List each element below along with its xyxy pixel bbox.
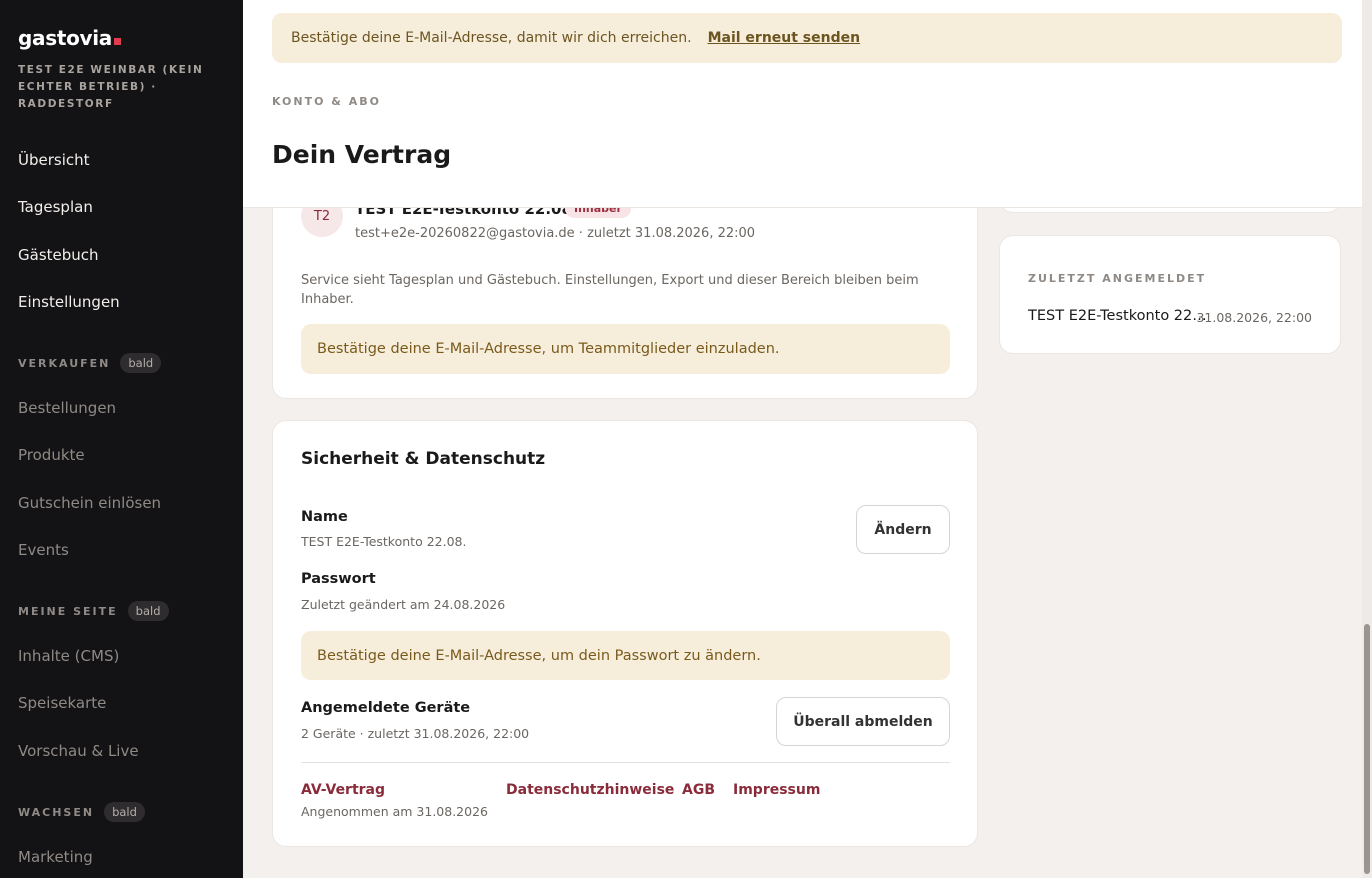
invite-warning: Bestätige deine E-Mail-Adresse, um Teamm… bbox=[301, 324, 950, 374]
brand-name: gastovia bbox=[18, 26, 113, 50]
av-contract-link[interactable]: AV-Vertrag bbox=[301, 782, 385, 798]
section-label: MEINE SEITE bbox=[18, 604, 118, 618]
divider bbox=[301, 762, 950, 763]
sidebar-item-events[interactable]: Events bbox=[18, 541, 69, 559]
sidebar-item-uebersicht[interactable]: Übersicht bbox=[18, 151, 90, 169]
sidebar: gastovia TEST E2E WEINBAR (KEIN ECHTER B… bbox=[0, 0, 243, 878]
page-header: Bestätige deine E-Mail-Adresse, damit wi… bbox=[243, 0, 1362, 208]
name-value: TEST E2E-Testkonto 22.08. bbox=[301, 534, 467, 549]
resend-mail-link[interactable]: Mail erneut senden bbox=[708, 30, 861, 46]
privacy-link[interactable]: Datenschutzhinweise bbox=[506, 782, 674, 798]
email-verify-banner: Bestätige deine E-Mail-Adresse, damit wi… bbox=[272, 13, 1342, 63]
section-label: VERKAUFEN bbox=[18, 356, 111, 370]
sidebar-item-produkte[interactable]: Produkte bbox=[18, 446, 85, 464]
logout-everywhere-button[interactable]: Überall abmelden bbox=[776, 697, 950, 746]
password-value: Zuletzt geändert am 24.08.2026 bbox=[301, 597, 506, 612]
sidebar-item-speisekarte[interactable]: Speisekarte bbox=[18, 694, 106, 712]
scroll-thumb[interactable] bbox=[1364, 624, 1370, 874]
last-login-card: ZULETZT ANGEMELDET TEST E2E-Testkonto 22… bbox=[999, 235, 1341, 354]
sidebar-item-marketing[interactable]: Marketing bbox=[18, 848, 93, 866]
banner-text: Bestätige deine E-Mail-Adresse, damit wi… bbox=[291, 30, 692, 46]
main-scrollbar[interactable] bbox=[1362, 0, 1372, 878]
last-login-time: 31.08.2026, 22:00 bbox=[1196, 310, 1312, 325]
brand-dot-icon bbox=[114, 38, 122, 45]
section-label: WACHSEN bbox=[18, 805, 95, 819]
section-verkaufen: VERKAUFEN bald bbox=[18, 353, 162, 373]
team-info-text: Service sieht Tagesplan und Gästebuch. E… bbox=[301, 273, 919, 307]
password-warning: Bestätige deine E-Mail-Adresse, um dein … bbox=[301, 631, 950, 680]
venue-name: TEST E2E WEINBAR (KEIN ECHTER BETRIEB) ·… bbox=[18, 64, 204, 110]
last-login-heading: ZULETZT ANGEMELDET bbox=[1028, 272, 1207, 285]
last-login-name: TEST E2E-Testkonto 22… bbox=[1028, 308, 1207, 324]
section-meine-seite: MEINE SEITE bald bbox=[18, 601, 169, 621]
sidebar-item-bestellungen[interactable]: Bestellungen bbox=[18, 399, 116, 417]
member-meta: test+e2e-20260822@gastovia.de · zuletzt … bbox=[355, 226, 756, 241]
section-wachsen: WACHSEN bald bbox=[18, 802, 145, 822]
password-label: Passwort bbox=[301, 571, 376, 587]
devices-value: 2 Geräte · zuletzt 31.08.2026, 22:00 bbox=[301, 726, 530, 741]
av-accepted-date: Angenommen am 31.08.2026 bbox=[301, 804, 488, 819]
brand-logo[interactable]: gastovia bbox=[18, 26, 122, 50]
soon-badge: bald bbox=[104, 802, 145, 822]
devices-label: Angemeldete Geräte bbox=[301, 700, 471, 716]
sidebar-item-inhalte[interactable]: Inhalte (CMS) bbox=[18, 647, 119, 665]
page-title: Dein Vertrag bbox=[272, 140, 452, 169]
sidebar-item-einstellungen[interactable]: Einstellungen bbox=[18, 293, 120, 311]
agb-link[interactable]: AGB bbox=[682, 782, 715, 798]
soon-badge: bald bbox=[120, 353, 162, 373]
sidebar-item-tagesplan[interactable]: Tagesplan bbox=[18, 198, 93, 216]
imprint-link[interactable]: Impressum bbox=[733, 782, 820, 798]
sidebar-item-gaestebuch[interactable]: Gästebuch bbox=[18, 246, 99, 264]
security-title: Sicherheit & Datenschutz bbox=[301, 449, 546, 469]
name-label: Name bbox=[301, 509, 348, 525]
sidebar-item-gutschein[interactable]: Gutschein einlösen bbox=[18, 494, 161, 512]
soon-badge: bald bbox=[127, 601, 169, 621]
sidebar-item-vorschau[interactable]: Vorschau & Live bbox=[18, 742, 139, 760]
security-card: Sicherheit & Datenschutz Name TEST E2E-T… bbox=[272, 420, 978, 847]
breadcrumb: KONTO & ABO bbox=[272, 95, 381, 108]
change-name-button[interactable]: Ändern bbox=[856, 505, 950, 554]
